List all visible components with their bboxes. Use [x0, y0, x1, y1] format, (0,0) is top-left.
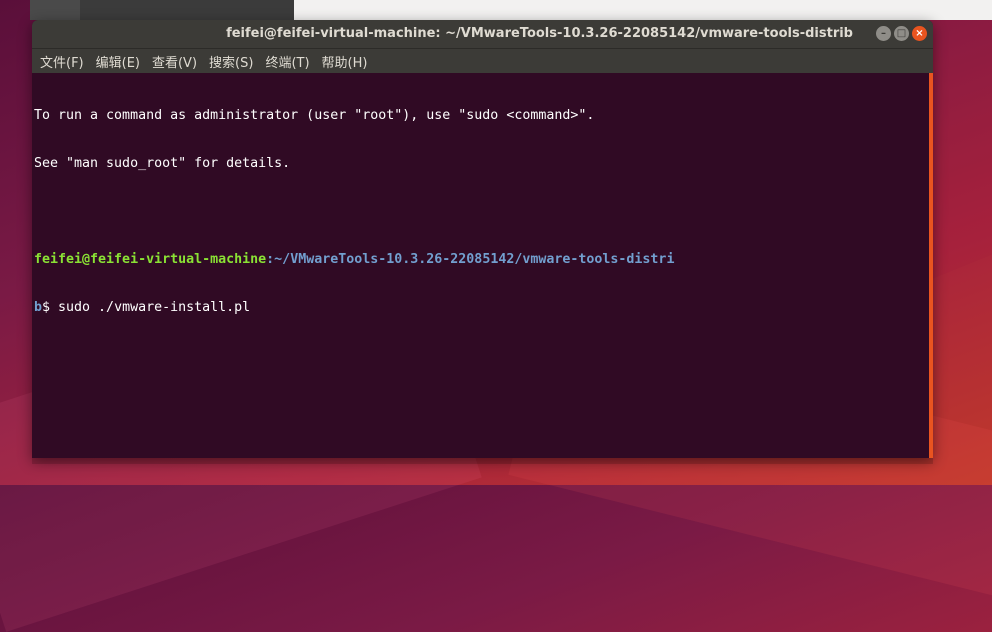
menu-terminal[interactable]: 终端(T) — [265, 52, 309, 71]
command-line: b$ sudo ./vmware-install.pl — [34, 300, 929, 316]
terminal-screen[interactable]: To run a command as administrator (user … — [32, 73, 933, 458]
background-window-strip — [30, 0, 80, 20]
prompt-user: feifei@feifei-virtual-machine — [34, 252, 267, 267]
maximize-icon[interactable]: □ — [894, 26, 909, 41]
menu-edit[interactable]: 编辑(E) — [96, 52, 140, 71]
terminal-output-line: To run a command as administrator (user … — [34, 108, 595, 123]
background-window — [30, 0, 992, 20]
menu-file[interactable]: 文件(F) — [40, 52, 84, 71]
menu-help[interactable]: 帮助(H) — [322, 52, 368, 71]
command-text: $ sudo ./vmware-install.pl — [42, 300, 251, 315]
prompt-line: feifei@feifei-virtual-machine:~/VMwareTo… — [34, 252, 929, 268]
menu-search[interactable]: 搜索(S) — [209, 52, 253, 71]
background-window-panel — [80, 0, 294, 20]
prompt-path: :~/VMwareTools-10.3.26-22085142/vmware-t… — [266, 252, 675, 267]
minimize-icon[interactable]: – — [876, 26, 891, 41]
menubar: 文件(F) 编辑(E) 查看(V) 搜索(S) 终端(T) 帮助(H) — [32, 48, 933, 73]
terminal-output-line: See "man sudo_root" for details. — [34, 156, 291, 171]
menu-view[interactable]: 查看(V) — [152, 52, 197, 71]
window-title: feifei@feifei-virtual-machine: ~/VMwareT… — [226, 26, 853, 41]
window-controls: – □ × — [876, 26, 927, 41]
terminal-window[interactable]: feifei@feifei-virtual-machine: ~/VMwareT… — [32, 20, 933, 458]
close-icon[interactable]: × — [912, 26, 927, 41]
scrollbar[interactable] — [929, 73, 933, 458]
titlebar[interactable]: feifei@feifei-virtual-machine: ~/VMwareT… — [32, 20, 933, 48]
window-shadow — [32, 458, 933, 464]
prompt-path-wrap: b — [34, 300, 43, 315]
